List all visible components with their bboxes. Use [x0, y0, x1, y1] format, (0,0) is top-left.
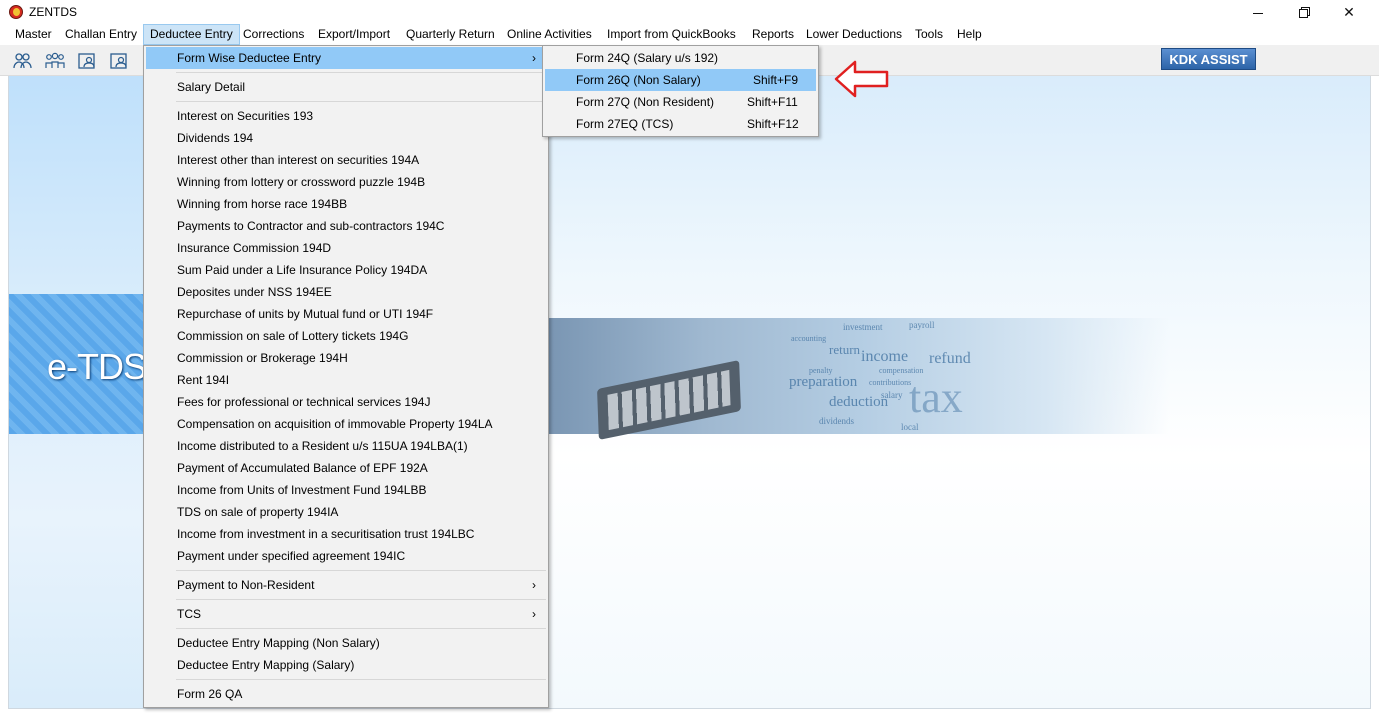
close-button[interactable]: ✕ — [1326, 0, 1372, 24]
form-user-icon[interactable] — [77, 52, 97, 70]
menu-separator — [176, 101, 546, 102]
menu-item-mapping-non-salary[interactable]: Deductee Entry Mapping (Non Salary) — [146, 632, 546, 654]
wordcloud-word: salary — [881, 390, 903, 400]
menu-item-194ee[interactable]: Deposites under NSS 194EE — [146, 281, 546, 303]
title-bar: ZENTDS ✕ — [0, 0, 1379, 24]
minimize-button[interactable] — [1235, 0, 1281, 24]
menu-item-form-26qa[interactable]: Form 26 QA — [146, 683, 546, 705]
submenu-item-label: Form 27EQ (TCS) — [576, 117, 674, 131]
menu-item-194lbc[interactable]: Income from investment in a securitisati… — [146, 523, 546, 545]
menu-import-quickbooks[interactable]: Import from QuickBooks — [601, 24, 742, 45]
red-arrow-annotation-icon — [834, 60, 889, 98]
menu-separator — [176, 599, 546, 600]
menu-item-194la[interactable]: Compensation on acquisition of immovable… — [146, 413, 546, 435]
tax-wordcloud: investment payroll income refund prepara… — [789, 320, 1049, 432]
submenu-item-form-24q[interactable]: Form 24Q (Salary u/s 192) — [545, 47, 816, 69]
menu-separator — [176, 679, 546, 680]
menu-corrections[interactable]: Corrections — [237, 24, 310, 45]
menu-item-payment-to-non-resident[interactable]: Payment to Non-Resident › — [146, 574, 546, 596]
wordcloud-word: payroll — [909, 320, 935, 330]
menu-item-label: TCS — [177, 607, 201, 621]
menu-item-194b[interactable]: Winning from lottery or crossword puzzle… — [146, 171, 546, 193]
submenu-item-form-27q[interactable]: Form 27Q (Non Resident) Shift+F11 — [545, 91, 816, 113]
submenu-item-form-27eq[interactable]: Form 27EQ (TCS) Shift+F12 — [545, 113, 816, 135]
menu-item-tcs[interactable]: TCS › — [146, 603, 546, 625]
menu-item-194h[interactable]: Commission or Brokerage 194H — [146, 347, 546, 369]
wordcloud-word: local — [901, 422, 919, 432]
menu-lower-deductions[interactable]: Lower Deductions — [800, 24, 908, 45]
menu-item-194f[interactable]: Repurchase of units by Mutual fund or UT… — [146, 303, 546, 325]
app-logo-icon — [9, 5, 23, 19]
menu-online-activities[interactable]: Online Activities — [501, 24, 598, 45]
form-user-icon-2[interactable] — [109, 52, 129, 70]
submenu-item-label: Form 24Q (Salary u/s 192) — [576, 51, 719, 65]
wordcloud-word: tax — [909, 373, 963, 422]
wordcloud-word: investment — [843, 322, 883, 332]
menu-separator — [176, 72, 546, 73]
menu-item-194[interactable]: Dividends 194 — [146, 127, 546, 149]
menu-item-194g[interactable]: Commission on sale of Lottery tickets 19… — [146, 325, 546, 347]
deductee-entry-menu: Form Wise Deductee Entry › Salary Detail… — [143, 45, 549, 708]
menu-item-salary-detail[interactable]: Salary Detail — [146, 76, 546, 98]
menu-item-194lbb[interactable]: Income from Units of Investment Fund 194… — [146, 479, 546, 501]
menu-item-194-193[interactable]: Interest on Securities 193 — [146, 105, 546, 127]
wordcloud-word: deduction — [829, 394, 889, 410]
wordcloud-word: compensation — [879, 366, 924, 375]
chevron-right-icon: › — [532, 578, 536, 592]
shortcut-label: Shift+F12 — [747, 117, 799, 131]
menu-bar: Master Challan Entry Deductee Entry Corr… — [0, 24, 1379, 45]
menu-item-194c[interactable]: Payments to Contractor and sub-contracto… — [146, 215, 546, 237]
menu-item-194i[interactable]: Rent 194I — [146, 369, 546, 391]
chevron-right-icon: › — [532, 51, 536, 65]
menu-item-194ic[interactable]: Payment under specified agreement 194IC — [146, 545, 546, 567]
chevron-right-icon: › — [532, 607, 536, 621]
menu-item-194lba[interactable]: Income distributed to a Resident u/s 115… — [146, 435, 546, 457]
menu-separator — [176, 628, 546, 629]
wordcloud-word: return — [829, 342, 861, 357]
wordcloud-word: penalty — [809, 366, 833, 375]
menu-master[interactable]: Master — [9, 24, 58, 45]
menu-item-194d[interactable]: Insurance Commission 194D — [146, 237, 546, 259]
menu-deductee-entry[interactable]: Deductee Entry — [143, 24, 240, 45]
menu-separator — [176, 570, 546, 571]
menu-item-194j[interactable]: Fees for professional or technical servi… — [146, 391, 546, 413]
menu-item-192a[interactable]: Payment of Accumulated Balance of EPF 19… — [146, 457, 546, 479]
submenu-item-label: Form 27Q (Non Resident) — [576, 95, 715, 109]
menu-item-194da[interactable]: Sum Paid under a Life Insurance Policy 1… — [146, 259, 546, 281]
window-title: ZENTDS — [29, 5, 77, 19]
wordcloud-word: refund — [929, 350, 971, 367]
maximize-button[interactable] — [1280, 0, 1326, 24]
group-icon[interactable] — [45, 52, 65, 70]
menu-help[interactable]: Help — [951, 24, 988, 45]
menu-tools[interactable]: Tools — [909, 24, 949, 45]
etds-banner-text: e-TDS — [47, 346, 147, 387]
menu-quarterly-return[interactable]: Quarterly Return — [400, 24, 501, 45]
close-icon: ✕ — [1343, 4, 1355, 20]
kdk-assist-button[interactable]: KDK ASSIST — [1161, 48, 1256, 70]
menu-challan-entry[interactable]: Challan Entry — [59, 24, 143, 45]
wordcloud-word: income — [861, 348, 909, 365]
menu-item-mapping-salary[interactable]: Deductee Entry Mapping (Salary) — [146, 654, 546, 676]
menu-reports[interactable]: Reports — [746, 24, 800, 45]
wordcloud-word: accounting — [791, 334, 827, 343]
menu-export-import[interactable]: Export/Import — [312, 24, 396, 45]
wordcloud-word: dividends — [819, 416, 854, 426]
wordcloud-word: contributions — [869, 378, 912, 387]
users-icon[interactable] — [13, 52, 33, 70]
menu-item-form-wise-deductee-entry[interactable]: Form Wise Deductee Entry › — [146, 47, 546, 69]
form-wise-submenu: Form 24Q (Salary u/s 192) Form 26Q (Non … — [542, 45, 819, 137]
shortcut-label: Shift+F11 — [747, 95, 798, 109]
menu-item-label: Form Wise Deductee Entry — [177, 51, 322, 65]
minimize-icon — [1253, 12, 1263, 14]
menu-item-194a[interactable]: Interest other than interest on securiti… — [146, 149, 546, 171]
wordcloud-word: preparation — [789, 374, 858, 390]
submenu-item-label: Form 26Q (Non Salary) — [576, 73, 701, 87]
submenu-item-form-26q[interactable]: Form 26Q (Non Salary) Shift+F9 — [545, 69, 816, 91]
menu-item-194ia[interactable]: TDS on sale of property 194IA — [146, 501, 546, 523]
shortcut-label: Shift+F9 — [753, 73, 799, 87]
menu-item-194bb[interactable]: Winning from horse race 194BB — [146, 193, 546, 215]
restore-icon — [1298, 8, 1308, 18]
menu-item-label: Payment to Non-Resident — [177, 578, 315, 592]
